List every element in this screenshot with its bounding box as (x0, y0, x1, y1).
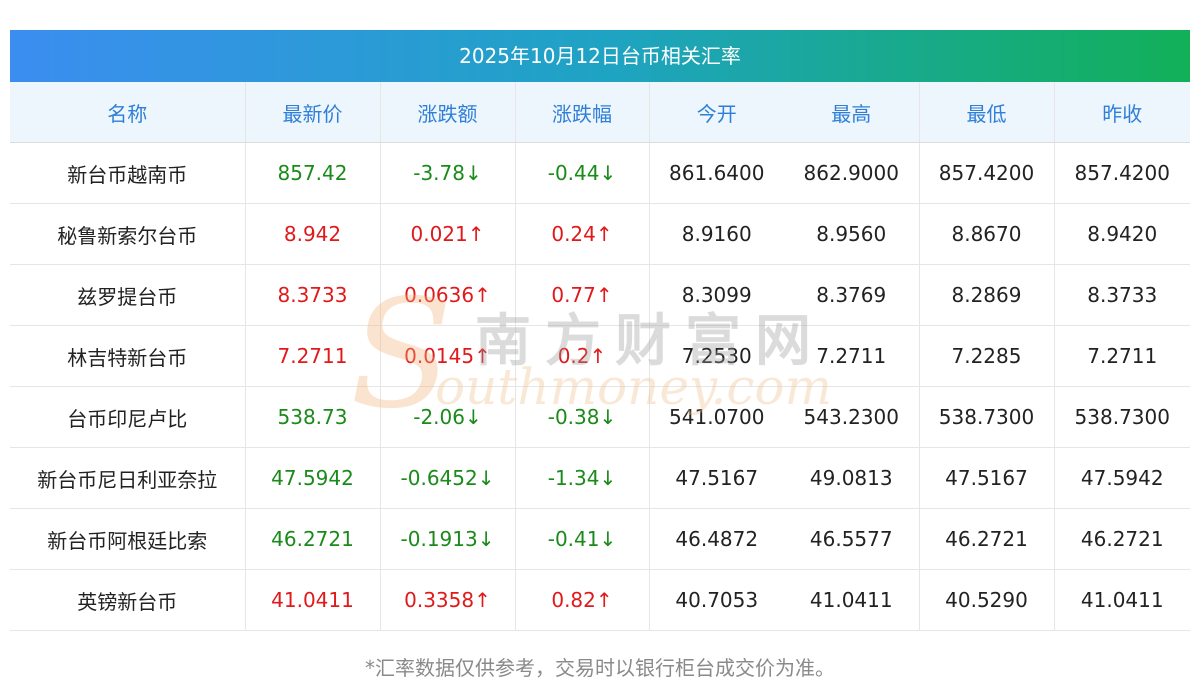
cell-change: 0.021↑ (379, 203, 515, 265)
header-change: 涨跌额 (379, 82, 515, 143)
cell-high: 41.0411 (784, 569, 919, 631)
cell-prev-close: 41.0411 (1053, 569, 1190, 631)
cell-high: 7.2711 (784, 325, 919, 387)
table-header-row: 名称 最新价 涨跌额 涨跌幅 今开 最高 最低 昨收 (10, 82, 1190, 143)
cell-prev-close: 7.2711 (1053, 325, 1190, 387)
header-change-pct: 涨跌幅 (514, 82, 649, 143)
cell-open: 47.5167 (648, 447, 784, 509)
cell-low: 40.5290 (918, 569, 1054, 631)
table-row: 林吉特新台币 7.2711 0.0145↑ 0.2↑ 7.2530 7.2711 7.228… (10, 325, 1190, 387)
cell-change-pct: -0.41↓ (514, 508, 649, 570)
cell-change-pct: -1.34↓ (514, 447, 649, 509)
cell-prev-close: 857.4200 (1053, 142, 1190, 204)
cell-name: 林吉特新台币 (10, 325, 245, 387)
header-low: 最低 (918, 82, 1054, 143)
cell-low: 538.7300 (918, 386, 1054, 448)
exchange-rate-table: 名称 最新价 涨跌额 涨跌幅 今开 最高 最低 昨收 新台币越南币 857.42-… (10, 82, 1190, 631)
cell-high: 46.5577 (784, 508, 919, 570)
cell-latest: 8.942 (244, 203, 380, 265)
header-latest: 最新价 (244, 82, 380, 143)
cell-change: -2.06↓ (379, 386, 515, 448)
table-title: 2025年10月12日台币相关汇率 (10, 30, 1190, 82)
cell-change-pct: 0.24↑ (514, 203, 649, 265)
cell-change-pct: 0.82↑ (514, 569, 649, 631)
cell-latest: 41.0411 (244, 569, 380, 631)
rate-table-container: 2025年10月12日台币相关汇率 名称 最新价 涨跌额 涨跌幅 今开 最高 最… (10, 30, 1190, 631)
cell-name: 新台币越南币 (10, 142, 245, 204)
table-row: 兹罗提台币 8.3733 0.0636↑ 0.77↑ 8.3099 8.3769 8.286… (10, 264, 1190, 326)
cell-prev-close: 538.7300 (1053, 386, 1190, 448)
cell-low: 857.4200 (918, 142, 1054, 204)
cell-change-pct: -0.38↓ (514, 386, 649, 448)
table-row: 新台币越南币 857.42 -3.78↓ -0.44↓ 861.6400 862.9000… (10, 142, 1190, 204)
cell-name: 新台币尼日利亚奈拉 (10, 447, 245, 509)
cell-prev-close: 46.2721 (1053, 508, 1190, 570)
cell-change: 0.0636↑ (379, 264, 515, 326)
disclaimer-footnote: *汇率数据仅供参考，交易时以银行柜台成交价为准。 (365, 656, 835, 680)
table-row: 台币印尼卢比 538.73 -2.06↓ -0.38↓ 541.0700 543.2300… (10, 386, 1190, 448)
cell-latest: 8.3733 (244, 264, 380, 326)
cell-latest: 538.73 (244, 386, 380, 448)
cell-name: 兹罗提台币 (10, 264, 245, 326)
cell-prev-close: 47.5942 (1053, 447, 1190, 509)
cell-latest: 7.2711 (244, 325, 380, 387)
table-row: 新台币尼日利亚奈拉 47.5942 -0.6452↓ -1.34↓ 47.5167 49.… (10, 447, 1190, 509)
cell-name: 英镑新台币 (10, 569, 245, 631)
cell-high: 8.9560 (784, 203, 919, 265)
cell-name: 台币印尼卢比 (10, 386, 245, 448)
header-open: 今开 (648, 82, 784, 143)
cell-high: 49.0813 (784, 447, 919, 509)
cell-low: 47.5167 (918, 447, 1054, 509)
cell-low: 8.8670 (918, 203, 1054, 265)
header-name: 名称 (10, 82, 245, 143)
cell-high: 862.9000 (784, 142, 919, 204)
cell-open: 40.7053 (648, 569, 784, 631)
cell-high: 8.3769 (784, 264, 919, 326)
table-row: 新台币阿根廷比索 46.2721 -0.1913↓ -0.41↓ 46.4872 46.5… (10, 508, 1190, 570)
cell-change-pct: 0.2↑ (514, 325, 649, 387)
cell-open: 861.6400 (648, 142, 784, 204)
header-prev-close: 昨收 (1053, 82, 1190, 143)
cell-latest: 47.5942 (244, 447, 380, 509)
cell-change: -0.6452↓ (379, 447, 515, 509)
cell-high: 543.2300 (784, 386, 919, 448)
table-row: 秘鲁新索尔台币 8.942 0.021↑ 0.24↑ 8.9160 8.9560 8.867… (10, 203, 1190, 265)
table-row: 英镑新台币 41.0411 0.3358↑ 0.82↑ 40.7053 41.0411 40… (10, 569, 1190, 631)
cell-open: 8.9160 (648, 203, 784, 265)
cell-open: 7.2530 (648, 325, 784, 387)
cell-change: -3.78↓ (379, 142, 515, 204)
cell-latest: 46.2721 (244, 508, 380, 570)
cell-name: 秘鲁新索尔台币 (10, 203, 245, 265)
cell-change: 0.0145↑ (379, 325, 515, 387)
cell-prev-close: 8.3733 (1053, 264, 1190, 326)
cell-low: 46.2721 (918, 508, 1054, 570)
cell-change: -0.1913↓ (379, 508, 515, 570)
cell-name: 新台币阿根廷比索 (10, 508, 245, 570)
header-high: 最高 (784, 82, 919, 143)
cell-prev-close: 8.9420 (1053, 203, 1190, 265)
cell-change-pct: -0.44↓ (514, 142, 649, 204)
cell-low: 7.2285 (918, 325, 1054, 387)
cell-low: 8.2869 (918, 264, 1054, 326)
cell-open: 46.4872 (648, 508, 784, 570)
cell-change: 0.3358↑ (379, 569, 515, 631)
cell-open: 8.3099 (648, 264, 784, 326)
cell-open: 541.0700 (648, 386, 784, 448)
cell-latest: 857.42 (244, 142, 380, 204)
cell-change-pct: 0.77↑ (514, 264, 649, 326)
